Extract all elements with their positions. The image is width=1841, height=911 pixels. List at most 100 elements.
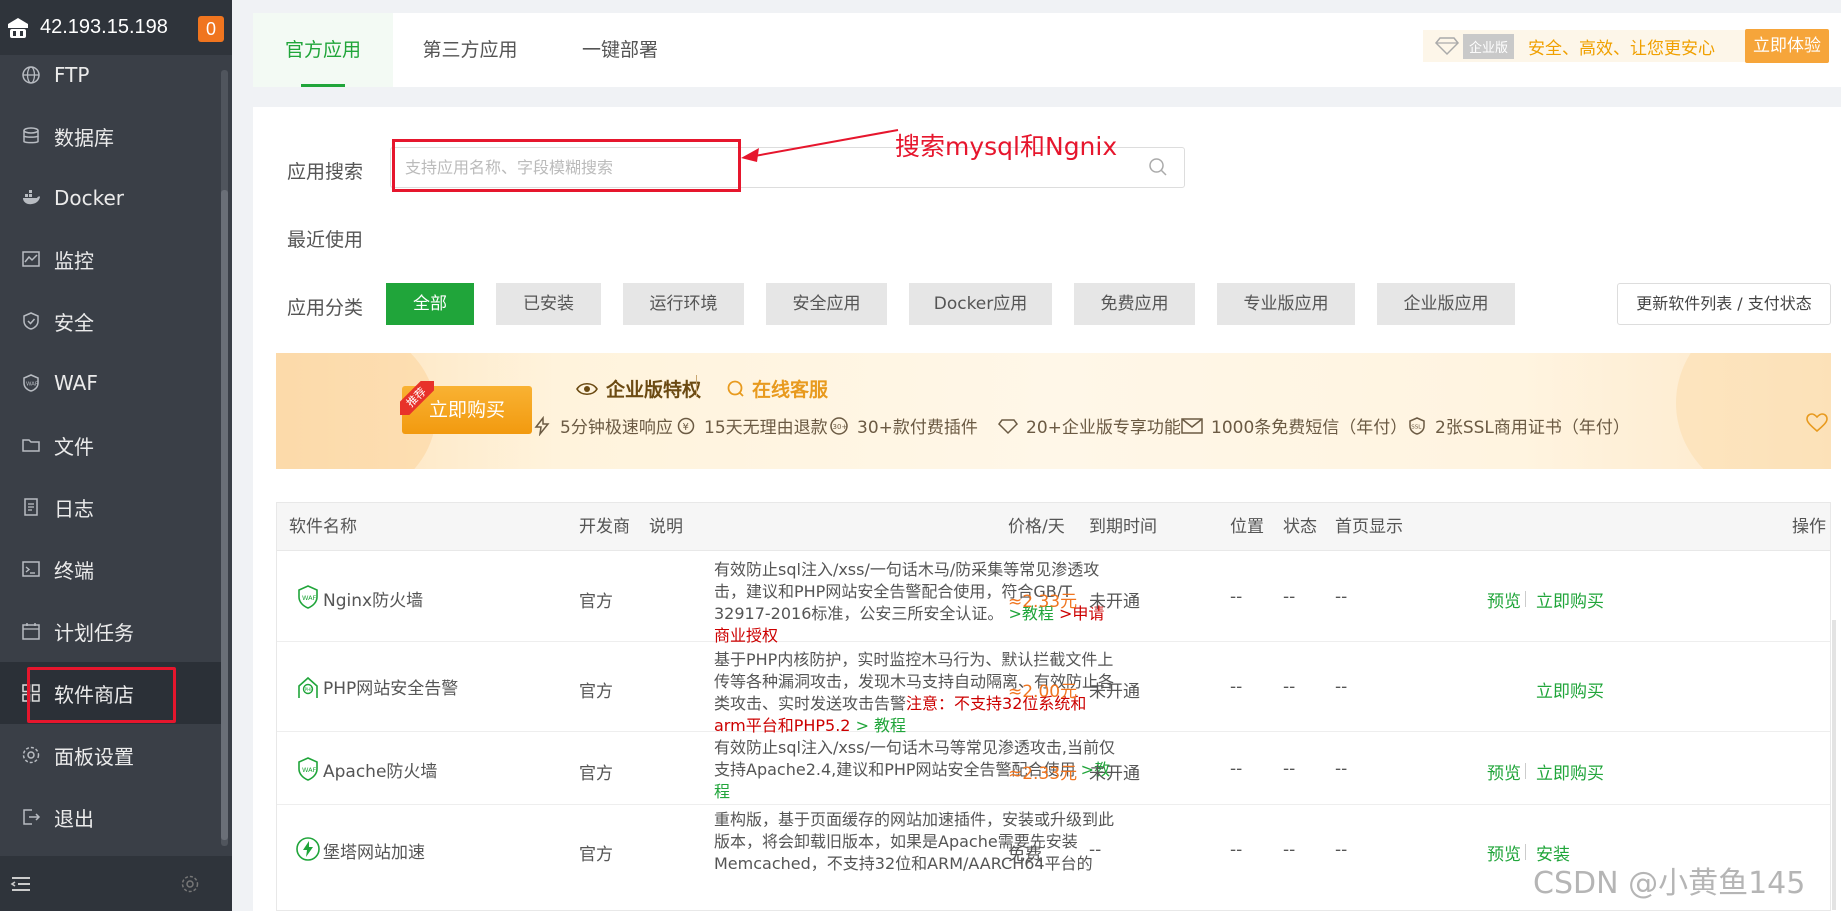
sidebar-item-logs[interactable]: 日志 bbox=[0, 476, 222, 538]
notification-badge[interactable]: 0 bbox=[198, 16, 224, 42]
plugins-icon: 30+ bbox=[830, 416, 848, 435]
sidebar-footer bbox=[0, 856, 232, 911]
recommend-ribbon-text: 推荐 bbox=[400, 381, 434, 415]
feature-refund: ¥ 15天无理由退款 bbox=[676, 413, 828, 438]
feature-label: 30+款付费插件 bbox=[857, 418, 978, 438]
action-separator bbox=[1525, 591, 1526, 607]
preview-link[interactable]: 预览 bbox=[1487, 759, 1521, 784]
sidebar-item-label: 终端 bbox=[54, 558, 94, 583]
category-label: 应用分类 bbox=[287, 297, 364, 319]
page-scrollbar[interactable] bbox=[1832, 620, 1836, 910]
collapse-menu-icon[interactable] bbox=[10, 874, 32, 894]
category-free[interactable]: 免费应用 bbox=[1074, 283, 1195, 325]
vendor: 官方 bbox=[579, 592, 613, 612]
banner-decoration bbox=[1676, 353, 1831, 469]
col-vendor: 开发商 bbox=[579, 517, 630, 537]
table-row: PHP PHP网站安全告警 官方 基于PHP内核防护，实时监控木马行为、默认拦截… bbox=[277, 643, 1830, 735]
try-enterprise-button[interactable]: 立即体验 bbox=[1745, 29, 1829, 63]
category-docker[interactable]: Docker应用 bbox=[909, 283, 1052, 325]
category-enterprise[interactable]: 企业版应用 bbox=[1377, 283, 1515, 325]
chat-icon bbox=[727, 380, 744, 397]
server-ip: 42.193.15.198 bbox=[40, 16, 168, 38]
category-all[interactable]: 全部 bbox=[386, 283, 474, 325]
sidebar-scrollbar[interactable] bbox=[221, 70, 228, 846]
category-runtime[interactable]: 运行环境 bbox=[623, 283, 744, 325]
svg-text:SSL: SSL bbox=[1411, 424, 1422, 430]
update-software-list-button[interactable]: 更新软件列表 / 支付状态 bbox=[1617, 283, 1831, 325]
sidebar-item-waf[interactable]: WAF WAF bbox=[0, 352, 222, 414]
diamond-icon bbox=[998, 418, 1018, 434]
tab-third-party-apps[interactable]: 第三方应用 bbox=[393, 13, 547, 87]
col-expiry: 到期时间 bbox=[1089, 517, 1157, 537]
buy-now-link[interactable]: 立即购买 bbox=[1536, 677, 1604, 702]
category-pro[interactable]: 专业版应用 bbox=[1217, 283, 1355, 325]
sidebar-item-files[interactable]: 文件 bbox=[0, 414, 222, 476]
sidebar-scrollbar-thumb[interactable] bbox=[221, 190, 228, 840]
preview-link[interactable]: 预览 bbox=[1487, 587, 1521, 612]
category-installed[interactable]: 已安装 bbox=[496, 283, 601, 325]
svg-text:¥: ¥ bbox=[683, 422, 689, 433]
enterprise-tag: 企业版 bbox=[1463, 33, 1515, 59]
software-name[interactable]: Apache防火墙 bbox=[323, 757, 437, 782]
logout-icon bbox=[20, 806, 42, 828]
gear-icon bbox=[20, 744, 42, 766]
preview-link[interactable]: 预览 bbox=[1487, 840, 1521, 865]
sidebar-item-ftp[interactable]: FTP bbox=[0, 44, 222, 106]
sidebar-item-label: 监控 bbox=[54, 248, 94, 273]
log-icon bbox=[20, 496, 42, 518]
feature-paid-plugins: 30+ 30+款付费插件 bbox=[829, 413, 978, 438]
feature-ssl-certs: SSL 2张SSL商用证书（年付） bbox=[1407, 413, 1630, 438]
homepage-display: -- bbox=[1335, 759, 1348, 779]
col-description: 说明 bbox=[649, 517, 683, 537]
folder-icon bbox=[20, 434, 42, 456]
sidebar-item-terminal[interactable]: 终端 bbox=[0, 538, 222, 600]
enterprise-slogan: 安全、高效、让您更安心 bbox=[1528, 38, 1716, 59]
feature-enterprise-functions: 20+企业版专享功能 bbox=[998, 413, 1181, 438]
sidebar: 42.193.15.198 0 FTP 数据库 Docker 监控 安全 WAF… bbox=[0, 0, 232, 911]
sidebar-item-cron[interactable]: 计划任务 bbox=[0, 600, 222, 662]
ssl-icon: SSL bbox=[1409, 416, 1425, 435]
sidebar-item-monitor[interactable]: 监控 bbox=[0, 228, 222, 290]
software-name[interactable]: Nginx防火墙 bbox=[323, 586, 423, 611]
sidebar-item-label: 文件 bbox=[54, 434, 94, 459]
homepage-display: -- bbox=[1335, 840, 1348, 860]
diamond-icon bbox=[1435, 37, 1459, 56]
search-icon[interactable] bbox=[1148, 157, 1168, 177]
sidebar-item-label: 安全 bbox=[54, 310, 94, 335]
col-homepage: 首页显示 bbox=[1335, 517, 1403, 537]
sidebar-item-panel-settings[interactable]: 面板设置 bbox=[0, 724, 222, 786]
sidebar-item-label: FTP bbox=[54, 63, 90, 87]
terminal-icon bbox=[20, 558, 42, 580]
col-price: 价格/天 bbox=[1008, 517, 1065, 537]
sidebar-item-security[interactable]: 安全 bbox=[0, 290, 222, 352]
heart-icon bbox=[1806, 413, 1828, 433]
recent-label: 最近使用 bbox=[287, 229, 364, 251]
software-name[interactable]: 堡塔网站加速 bbox=[323, 838, 425, 863]
waf-shield-icon: WAF bbox=[298, 585, 318, 609]
gear-icon[interactable] bbox=[180, 874, 200, 894]
sidebar-item-label: 数据库 bbox=[54, 125, 114, 150]
action-separator bbox=[1525, 763, 1526, 779]
buy-now-link[interactable]: 立即购买 bbox=[1536, 587, 1604, 612]
category-security[interactable]: 安全应用 bbox=[766, 283, 887, 325]
tab-one-click-deploy[interactable]: 一键部署 bbox=[547, 13, 693, 87]
sidebar-item-logout[interactable]: 退出 bbox=[0, 786, 222, 848]
buy-now-link[interactable]: 立即购买 bbox=[1536, 759, 1604, 784]
sidebar-item-docker[interactable]: Docker bbox=[0, 167, 222, 229]
docker-icon bbox=[20, 187, 42, 209]
col-status: 状态 bbox=[1283, 517, 1317, 537]
enterprise-privilege: 企业版特权 bbox=[576, 375, 701, 402]
action-separator bbox=[1525, 844, 1526, 860]
tab-official-apps[interactable]: 官方应用 bbox=[253, 13, 393, 87]
software-name[interactable]: PHP网站安全告警 bbox=[323, 674, 458, 699]
status: -- bbox=[1283, 759, 1296, 779]
table-header: 软件名称 开发商 说明 价格/天 到期时间 位置 状态 首页显示 操作 bbox=[277, 503, 1830, 551]
calendar-icon bbox=[20, 620, 42, 642]
database-icon bbox=[20, 125, 42, 147]
sidebar-item-database[interactable]: 数据库 bbox=[0, 105, 222, 167]
search-label: 应用搜索 bbox=[287, 161, 364, 183]
enterprise-privilege-label: 企业版特权 bbox=[606, 379, 702, 401]
waf-shield-icon: WAF bbox=[20, 372, 42, 394]
sidebar-item-label: 退出 bbox=[54, 806, 94, 831]
online-support-link[interactable]: 在线客服 bbox=[726, 375, 828, 402]
